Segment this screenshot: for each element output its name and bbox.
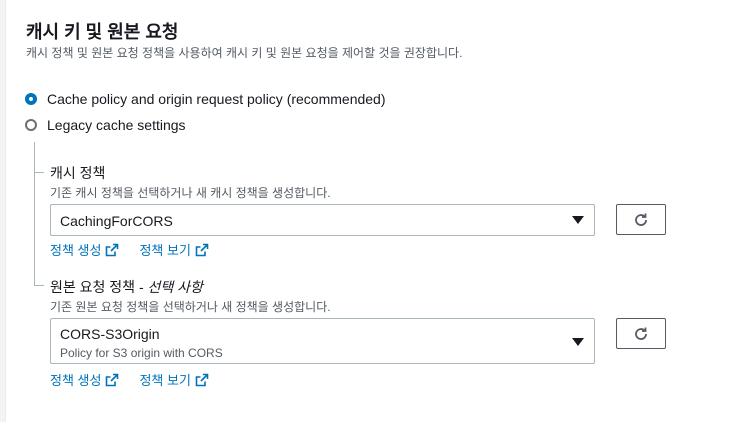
origin-policy-selected-value: CORS-S3Origin (60, 326, 160, 342)
left-panel-edge (0, 0, 6, 422)
cache-policy-selected-value: CachingForCORS (60, 213, 173, 229)
section-subtitle: 캐시 정책 및 원본 요청 정책을 사용하여 캐시 키 및 원본 요청을 제어할… (26, 46, 463, 60)
origin-policy-view-link[interactable]: 정책 보기 (139, 370, 209, 389)
cache-policy-select[interactable]: CachingForCORS (50, 204, 595, 236)
origin-policy-selected-desc: Policy for S3 origin with CORS (60, 346, 223, 360)
view-link-text: 정책 보기 (139, 243, 191, 258)
origin-policy-select[interactable]: CORS-S3Origin Policy for S3 origin with … (50, 318, 595, 364)
caret-down-icon (572, 216, 584, 224)
external-link-icon (105, 243, 119, 257)
tree-tick-cache (34, 172, 44, 173)
origin-policy-label: 원본 요청 정책 - 선택 사항 (50, 277, 203, 297)
caret-down-icon (572, 338, 584, 346)
origin-policy-optional-text: 선택 사항 (147, 279, 203, 295)
cache-policy-refresh-button[interactable] (616, 204, 666, 235)
view-link-text: 정책 보기 (139, 373, 191, 388)
origin-policy-refresh-button[interactable] (616, 318, 666, 349)
external-link-icon (195, 373, 209, 387)
radio-legacy-option[interactable]: Legacy cache settings (25, 117, 186, 133)
create-link-text: 정책 생성 (50, 373, 102, 388)
tree-tick-origin (34, 285, 44, 286)
radio-label-legacy: Legacy cache settings (47, 117, 186, 133)
cache-policy-create-link[interactable]: 정책 생성 (50, 240, 119, 259)
cache-policy-description: 기존 캐시 정책을 선택하거나 새 캐시 정책을 생성합니다. (50, 186, 331, 200)
create-link-text: 정책 생성 (50, 243, 102, 258)
external-link-icon (195, 243, 209, 257)
origin-policy-label-text: 원본 요청 정책 - (50, 279, 148, 295)
refresh-icon (635, 327, 647, 340)
origin-policy-description: 기존 원본 요청 정책을 선택하거나 새 정책을 생성합니다. (50, 300, 331, 314)
section-title: 캐시 키 및 원본 요청 (26, 22, 179, 42)
radio-cache-policy-option[interactable]: Cache policy and origin request policy (… (25, 91, 386, 107)
radio-unselected-icon[interactable] (25, 119, 37, 131)
cache-policy-label: 캐시 정책 (50, 165, 106, 181)
tree-connector-line (34, 142, 35, 285)
origin-policy-create-link[interactable]: 정책 생성 (50, 370, 119, 389)
radio-label-cache-policy: Cache policy and origin request policy (… (47, 91, 386, 107)
radio-selected-icon[interactable] (25, 93, 37, 105)
origin-policy-links: 정책 생성 정책 보기 (50, 370, 209, 389)
external-link-icon (105, 373, 119, 387)
refresh-icon (635, 213, 647, 226)
cache-policy-view-link[interactable]: 정책 보기 (139, 240, 209, 259)
cache-policy-links: 정책 생성 정책 보기 (50, 240, 209, 259)
